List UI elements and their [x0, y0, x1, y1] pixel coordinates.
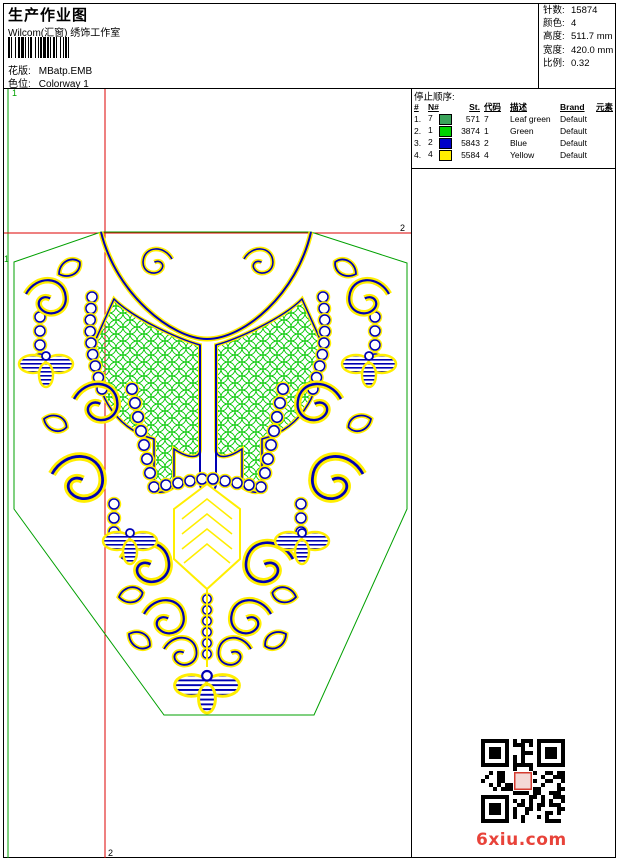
placement-guides: 1 1 2 2 — [4, 89, 411, 858]
column-header: 描述 — [510, 102, 528, 112]
element-name — [594, 113, 615, 125]
column-header: St. — [469, 102, 480, 112]
stitch-count: 5843 — [461, 138, 480, 148]
row-index: 3. — [414, 138, 422, 148]
table-row: 2. 1 3874 1 Green Default — [412, 125, 615, 137]
stat-stitches: 针数: 15874 — [543, 5, 598, 16]
thread-brand: Default — [560, 150, 587, 160]
needle-number-text: 7 — [428, 113, 433, 124]
barcode — [8, 37, 126, 58]
color-description: Blue — [510, 138, 528, 148]
color-code: 4 — [484, 150, 489, 160]
page-title: 生产作业图 — [8, 7, 89, 24]
color-description: Green — [510, 126, 534, 136]
marker-bottom: 2 — [108, 848, 113, 858]
color-code: 7 — [484, 114, 489, 124]
stat-colors: 颜色: 4 — [543, 18, 577, 30]
stat-height: 高度: 511.7 mm — [543, 31, 613, 43]
marker-top: 1 — [12, 89, 17, 98]
thread-brand: Default — [560, 114, 587, 124]
column-header: 代码 — [484, 102, 502, 112]
design-stats: 针数: 15874 颜色: 4 高度: 511.7 mm 宽度: 420.0 mm 比例… — [543, 4, 613, 70]
stitch-count: 571 — [465, 114, 480, 124]
row-index: 2. — [414, 126, 422, 136]
stop-sequence-table: # N# St. 代码 描述 Brand 元素 1. 7 571 7 Leaf gree… — [412, 101, 615, 161]
thread-brand: Default — [560, 138, 587, 148]
column-header: N# — [428, 102, 439, 112]
color-swatch — [438, 125, 452, 137]
needle-number-text: 2 — [428, 137, 433, 148]
neckline-yoke — [93, 231, 323, 495]
table-header-row: # N# St. 代码 描述 Brand 元素 — [412, 101, 615, 113]
column-header: 元素 — [596, 102, 614, 112]
row-index: 1. — [414, 114, 422, 124]
color-code: 1 — [484, 126, 489, 136]
needle-number: 7 — [426, 113, 458, 125]
stitch-count: 3874 — [461, 126, 480, 136]
needle-number: 4 — [426, 149, 458, 161]
colorway-line: 色位: Colorway 1 — [8, 75, 89, 90]
color-swatch — [438, 149, 452, 161]
stat-width: 宽度: 420.0 mm — [543, 44, 614, 56]
column-header: Brand — [560, 102, 585, 112]
marker-left: 1 — [4, 254, 9, 264]
needle-number: 2 — [426, 137, 458, 149]
panel-bottom-line — [411, 168, 616, 169]
table-row: 3. 2 5843 2 Blue Default — [412, 137, 615, 149]
color-swatch — [438, 137, 452, 149]
watermark-logo: 6xiu.com — [476, 830, 567, 850]
marker-right: 2 — [400, 223, 405, 233]
table-row: 4. 4 5584 4 Yellow Default — [412, 149, 615, 161]
panel-divider — [411, 88, 412, 858]
needle-number-text: 4 — [428, 149, 433, 160]
qr-code — [481, 739, 565, 823]
color-code: 2 — [484, 138, 489, 148]
row-index: 4. — [414, 150, 422, 160]
color-description: Leaf green — [510, 114, 551, 124]
element-name — [594, 125, 615, 137]
needle-number-text: 1 — [428, 125, 433, 136]
stats-divider — [538, 3, 539, 88]
element-name — [594, 137, 615, 149]
colorway-label: 色位: — [8, 79, 31, 90]
thread-brand: Default — [560, 126, 587, 136]
color-swatch — [438, 113, 452, 125]
embroidery-design-canvas: 1 1 2 2 — [4, 89, 411, 858]
needle-number: 1 — [426, 125, 458, 137]
column-header: # — [414, 102, 419, 112]
stitch-count: 5584 — [461, 150, 480, 160]
table-row: 1. 7 571 7 Leaf green Default — [412, 113, 615, 125]
stat-scale: 比例: 0.32 — [543, 57, 590, 69]
color-description: Yellow — [510, 150, 535, 160]
element-name — [594, 149, 615, 161]
